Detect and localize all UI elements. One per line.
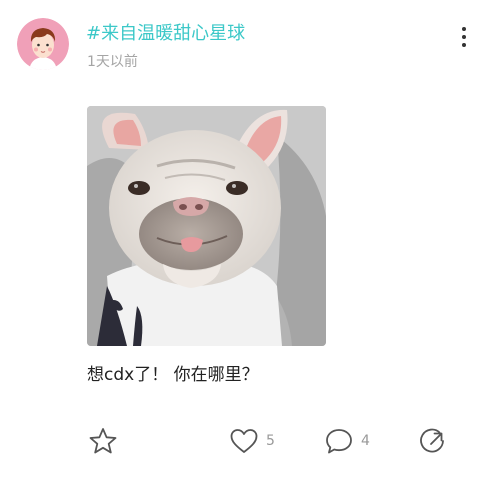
bulldog-photo <box>87 106 326 346</box>
share-icon <box>420 428 444 453</box>
like-count: 5 <box>266 433 275 449</box>
comment-icon <box>326 429 352 454</box>
star-icon <box>89 428 117 454</box>
favorite-button[interactable] <box>88 427 118 455</box>
topic-title[interactable]: #来自温暖甜心星球 <box>86 22 245 46</box>
user-avatar[interactable] <box>17 18 69 70</box>
comment-button[interactable]: 4 <box>324 427 370 455</box>
post-photo[interactable] <box>87 106 326 346</box>
share-button[interactable] <box>417 427 447 455</box>
more-options-icon[interactable] <box>452 24 476 50</box>
avatar-illustration <box>17 18 69 70</box>
post-timestamp: 1天以前 <box>87 54 138 70</box>
comment-count: 4 <box>361 433 370 449</box>
like-button[interactable]: 5 <box>229 427 275 455</box>
feed-post: #来自温暖甜心星球 1天以前 想cdx了！ 你在哪里？ 5 4 <box>0 0 500 482</box>
heart-icon <box>230 429 258 453</box>
post-caption: 想cdx了！ 你在哪里？ <box>87 365 259 385</box>
